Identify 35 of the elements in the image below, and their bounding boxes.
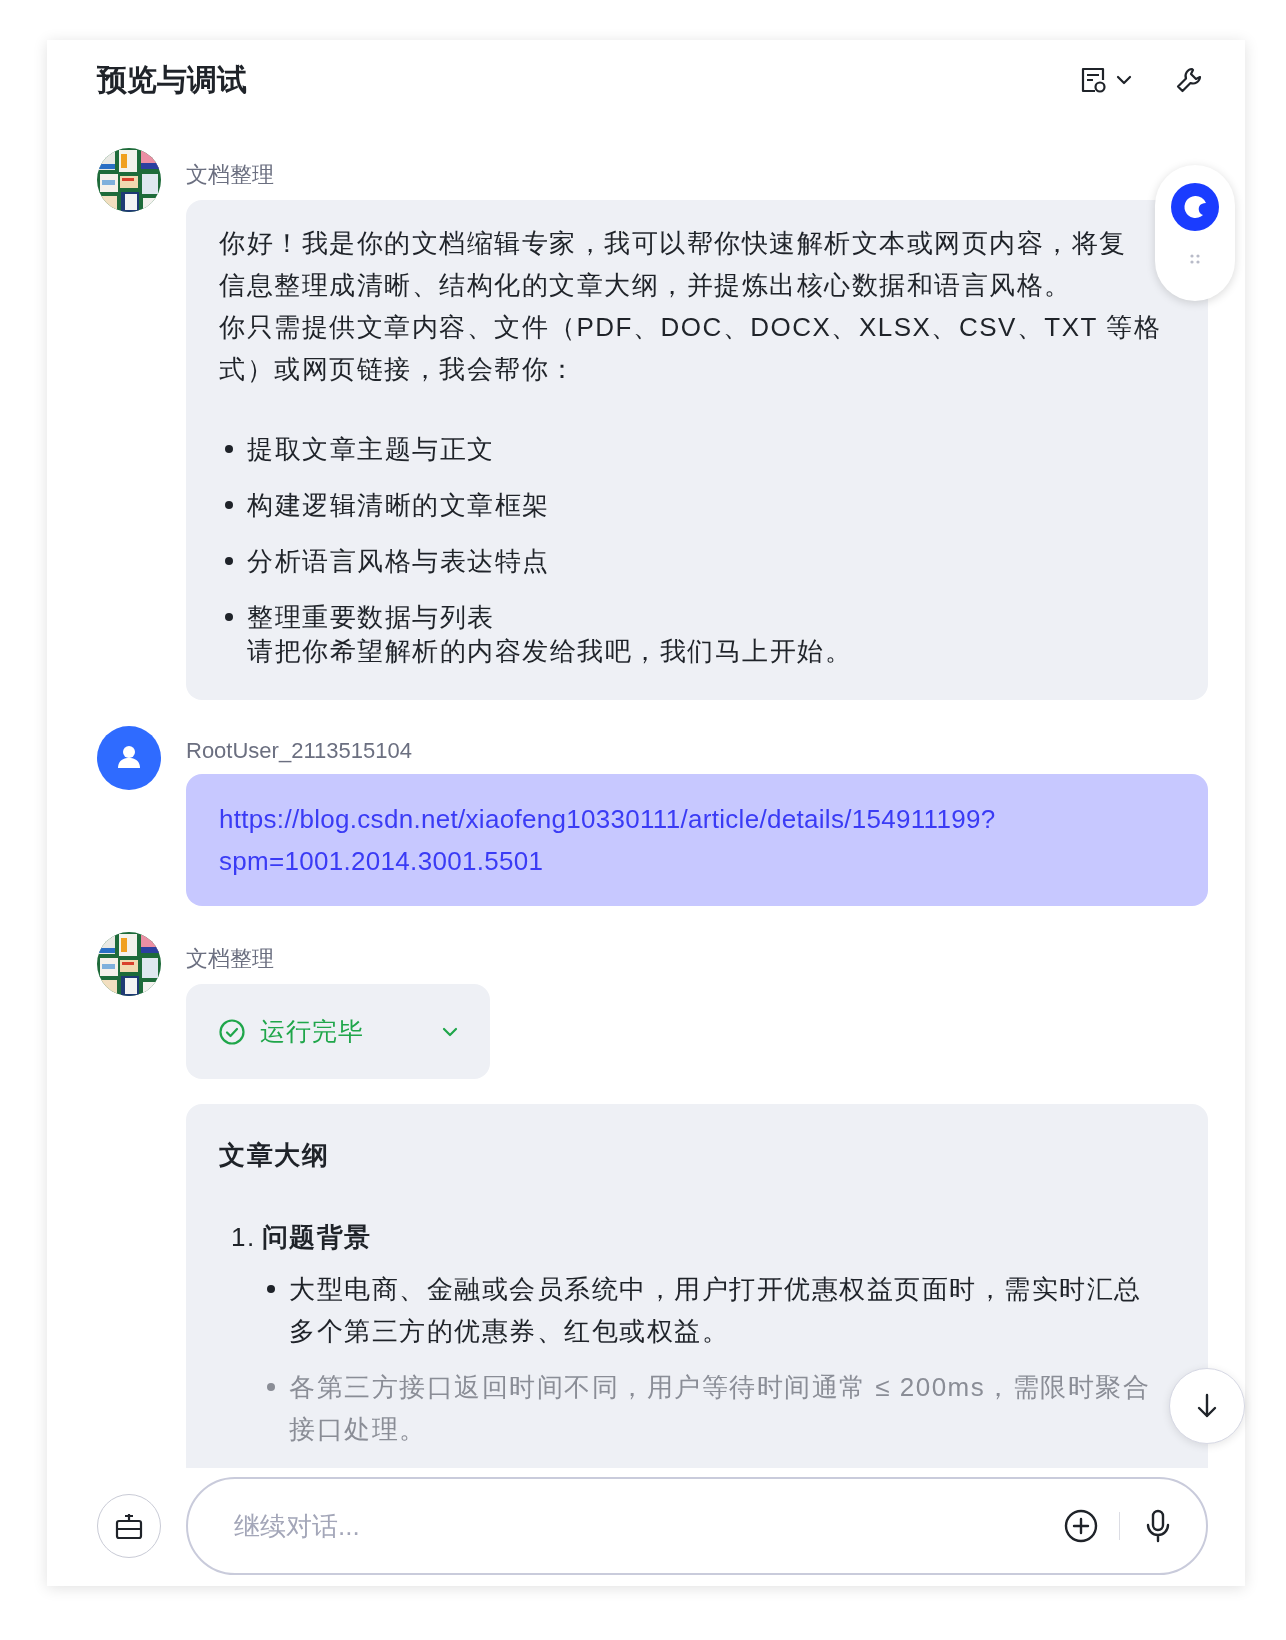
user-avatar-icon <box>97 726 161 790</box>
chat-input-field[interactable]: 继续对话... <box>186 1477 1208 1575</box>
add-button[interactable] <box>1062 1508 1099 1544</box>
bullet-text: 提取文章主题与正文 <box>247 433 495 466</box>
wrench-icon <box>1174 65 1204 95</box>
plus-circle-icon <box>1062 1508 1099 1544</box>
sender-name: RootUser_2113515104 <box>186 738 413 764</box>
sender-name: 文档整理 <box>186 161 275 189</box>
run-status-toggle[interactable]: 运行完毕 <box>186 984 490 1079</box>
message-input[interactable]: 继续对话... <box>232 1509 1043 1543</box>
bullet-dot <box>267 1383 275 1391</box>
bullet-text: 各第三方接口返回时间不同，用户等待时间通常 ≤ 200ms，需限时聚合接口处理。 <box>289 1371 1152 1446</box>
bullet-text: 分析语言风格与表达特点 <box>247 545 550 578</box>
message-text: 你只需提供文章内容、文件（PDF、DOC、DOCX、XLSX、CSV、TXT 等格式）或网页链接，我会帮你： <box>219 311 1163 386</box>
message-text: 请把你希望解析的内容发给我吧，我们马上开始。 <box>247 635 853 668</box>
link[interactable]: https://blog.csdn.net/xiaofeng10330111/article/details/154911199?spm=1001.2014.3001.5501 <box>219 798 1175 882</box>
check-circle-icon <box>218 1017 246 1046</box>
drag-handle-icon[interactable] <box>1189 253 1201 265</box>
message-text: 信息整理成清晰、结构化的文章大纲，并提炼出核心数据和语言风格。 <box>219 269 1073 302</box>
bullet-text: 整理重要数据与列表 <box>247 601 495 634</box>
panel-title: 预览与调试 <box>97 61 248 98</box>
answer-heading: 文章大纲 <box>219 1139 330 1172</box>
bullet-dot <box>225 613 233 621</box>
bullet-dot <box>267 1285 275 1293</box>
bullet-text: 大型电商、金融或会员系统中，用户打开优惠权益页面时，需实时汇总多个第三方的优惠券、红包或权益。 <box>289 1273 1143 1348</box>
sender-name: 文档整理 <box>186 945 275 973</box>
assistant-widget[interactable] <box>1155 165 1235 301</box>
bullet-dot <box>225 557 233 565</box>
bullet-dot <box>225 445 233 453</box>
bullet-dot <box>225 501 233 509</box>
bullet-text: 构建逻辑清晰的文章框架 <box>247 489 550 522</box>
logo-icon <box>1171 183 1219 231</box>
section-title: 问题背景 <box>261 1221 372 1254</box>
message-text: 你好！我是你的文档缩辑专家，我可以帮你快速解析文本或网页内容，将复 <box>219 227 1128 260</box>
section-number: 1. <box>231 1221 256 1254</box>
